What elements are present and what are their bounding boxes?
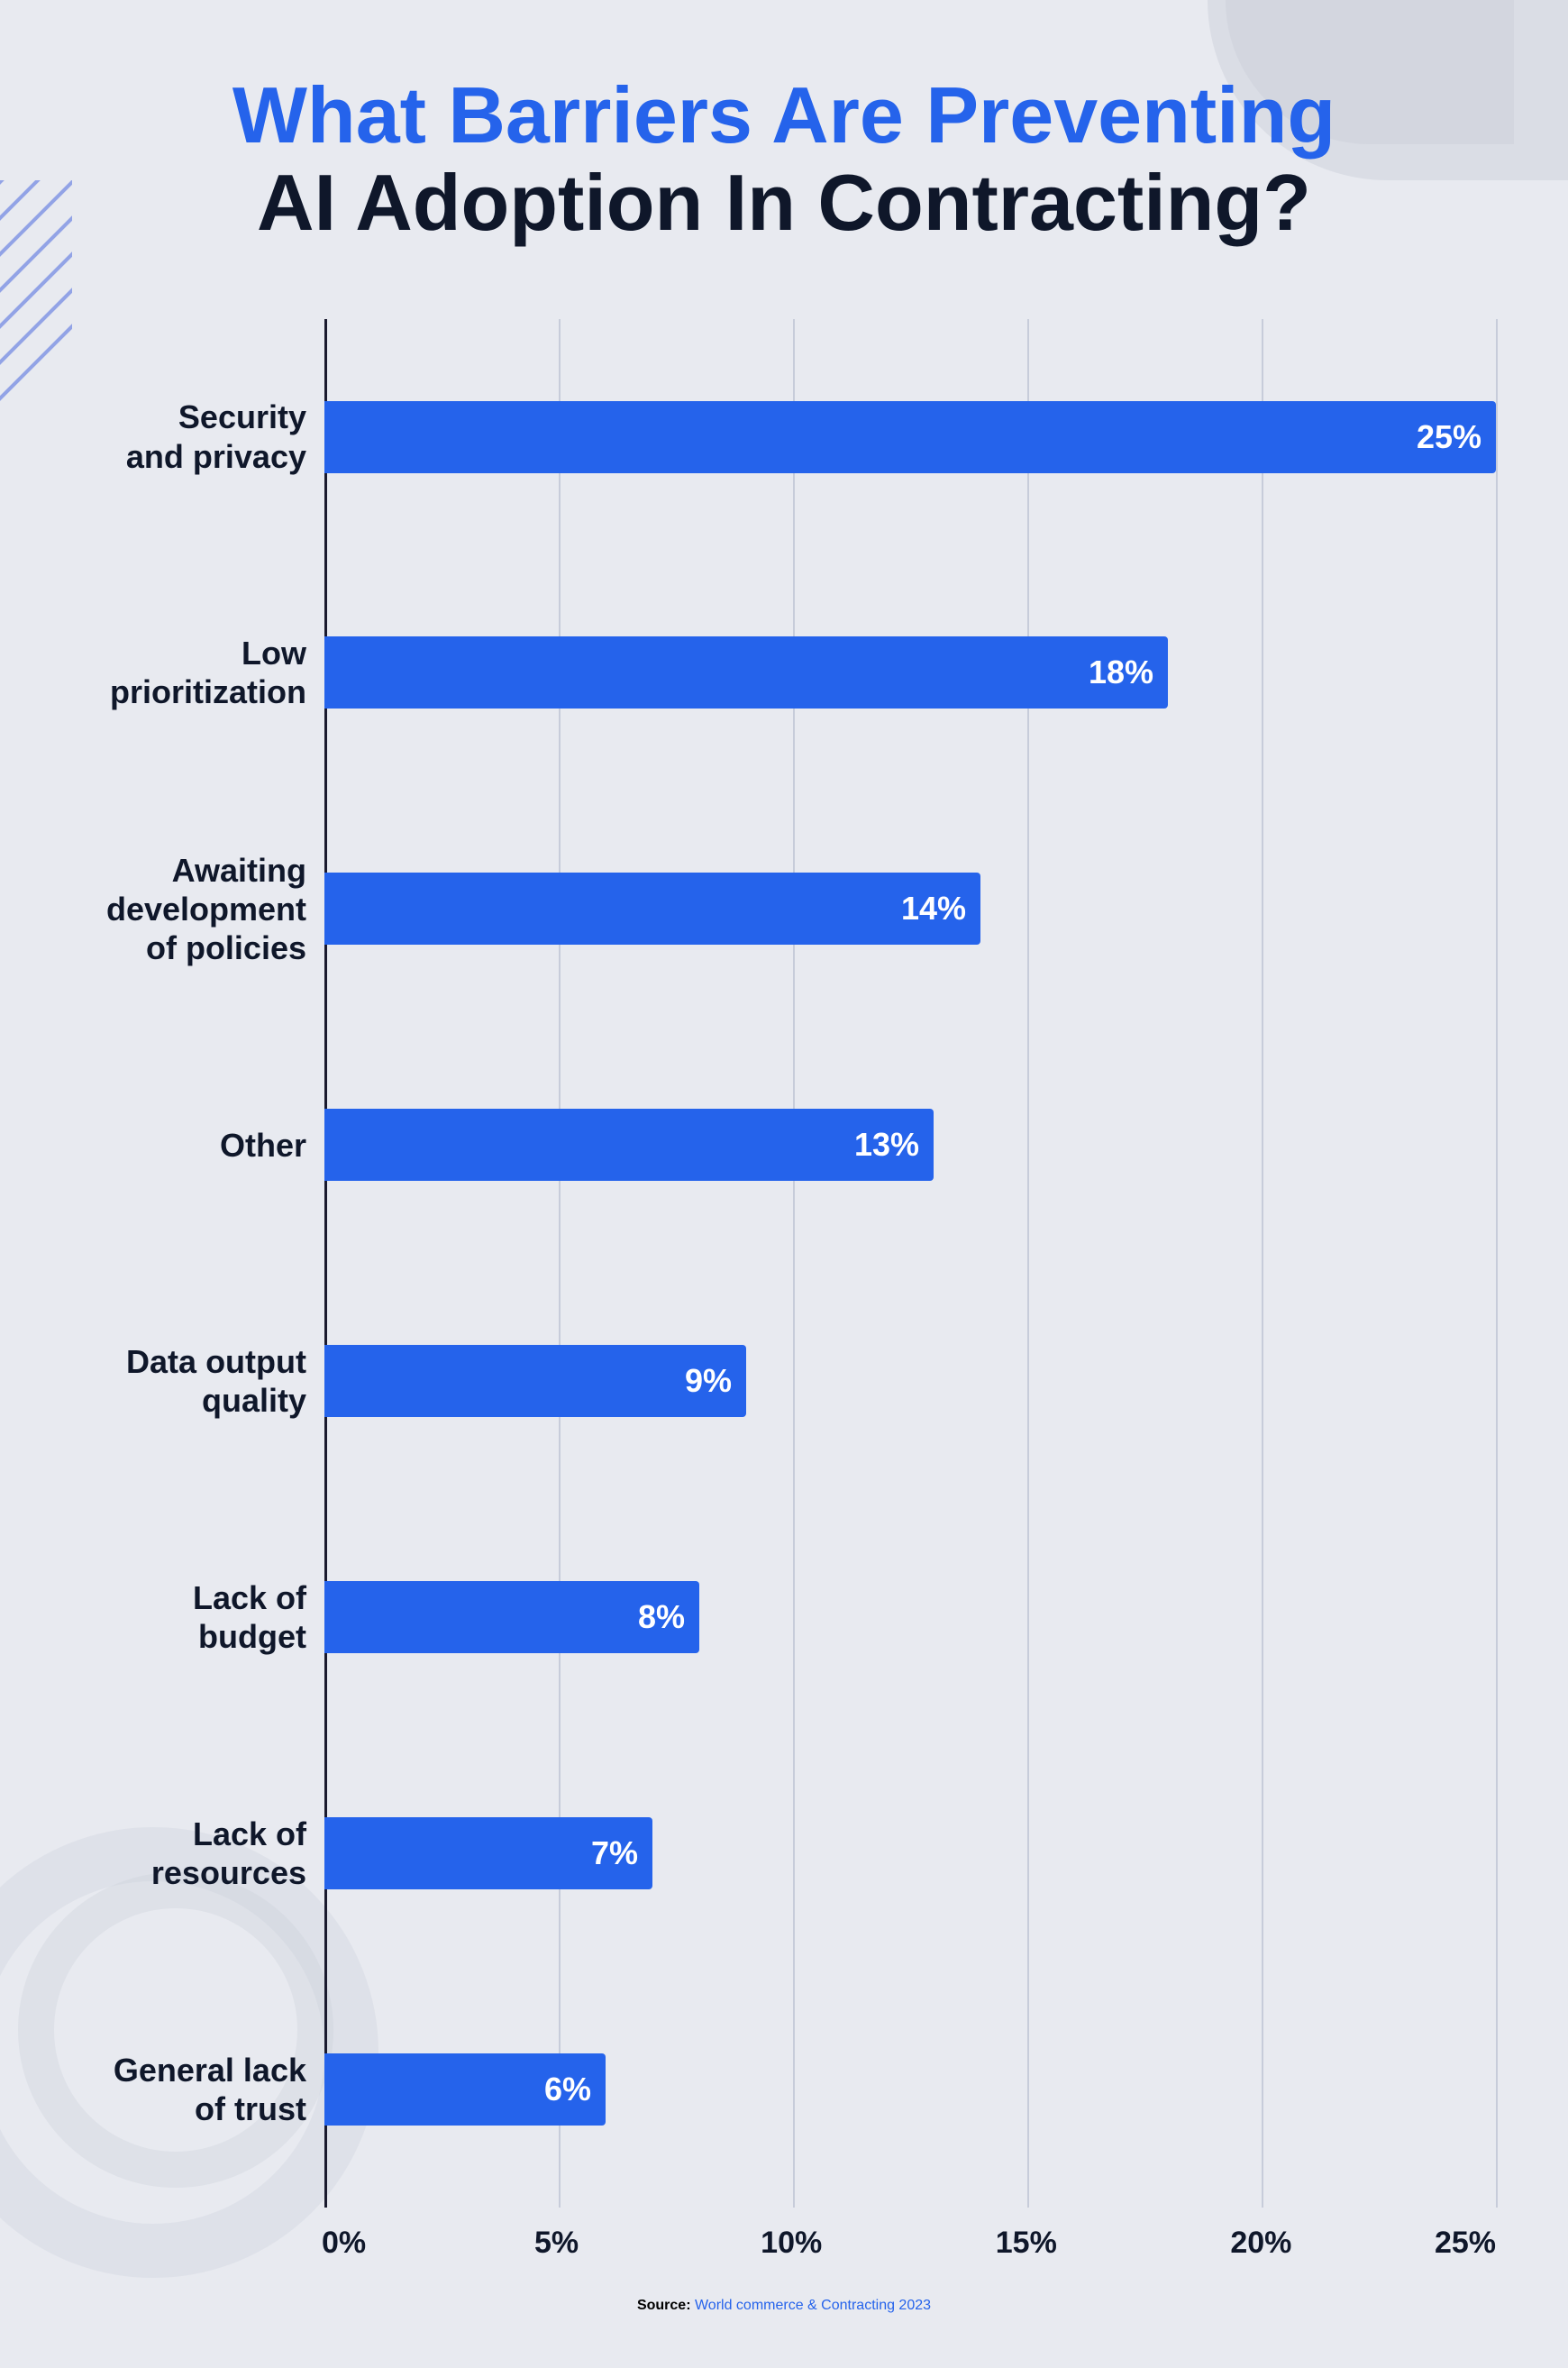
y-label-5: Lack ofbudget [72,1499,306,1735]
bar-5: 8% [324,1581,699,1653]
x-label-1: 5% [534,2226,579,2261]
x-label-5: 25% [1435,2226,1496,2261]
source-prefix: Source: [637,2298,691,2313]
bar-row-2: 14% [324,791,1496,1027]
bar-value-label-1: 18% [1089,654,1153,691]
bar-4: 9% [324,1345,746,1417]
bar-row-0: 25% [324,319,1496,555]
bar-value-label-4: 9% [685,1362,732,1400]
bars-section: 25% 18% 14% 13% 9% 8% 7% 6% [324,319,1496,2208]
bar-value-label-6: 7% [591,1834,638,1872]
bar-row-3: 13% [324,1027,1496,1263]
bar-row-7: 6% [324,1971,1496,2208]
bars-container: 25% 18% 14% 13% 9% 8% 7% 6% [324,319,1496,2208]
bar-row-1: 18% [324,555,1496,791]
bar-row-6: 7% [324,1735,1496,1971]
y-label-6: Lack ofresources [72,1735,306,1971]
y-label-0: Securityand privacy [72,319,306,555]
bar-row-4: 9% [324,1263,1496,1499]
x-label-4: 20% [1230,2226,1291,2261]
bar-2: 14% [324,873,980,945]
y-label-2: Awaitingdevelopmentof policies [72,791,306,1027]
y-label-3: Other [72,1027,306,1263]
title-line2: AI Adoption In Contracting? [232,160,1336,247]
grid-line [1496,319,1498,2208]
source-text: World commerce & Contracting 2023 [695,2298,931,2313]
main-container: What Barriers Are Preventing AI Adoption… [0,0,1568,2368]
bar-value-label-0: 25% [1417,418,1481,456]
bar-7: 6% [324,2053,606,2126]
bar-value-label-2: 14% [901,890,966,928]
bar-value-label-3: 13% [854,1126,919,1164]
x-label-0: 0% [322,2226,366,2261]
y-label-4: Data outputquality [72,1263,306,1499]
bar-value-label-7: 6% [544,2071,591,2108]
bar-3: 13% [324,1109,934,1181]
title-section: What Barriers Are Preventing AI Adoption… [232,72,1336,247]
x-label-3: 15% [996,2226,1057,2261]
x-label-2: 10% [761,2226,822,2261]
source-section: Source: World commerce & Contracting 202… [72,2298,1496,2314]
title-line1: What Barriers Are Preventing [232,72,1336,160]
y-label-7: General lackof trust [72,1971,306,2208]
bar-row-5: 8% [324,1499,1496,1735]
bar-6: 7% [324,1817,652,1889]
y-labels: Securityand privacyLowprioritizationAwai… [72,319,324,2208]
y-label-1: Lowprioritization [72,555,306,791]
bar-value-label-5: 8% [638,1598,685,1636]
bar-0: 25% [324,401,1496,473]
chart-area: Securityand privacyLowprioritizationAwai… [72,319,1496,2208]
bar-1: 18% [324,636,1168,709]
